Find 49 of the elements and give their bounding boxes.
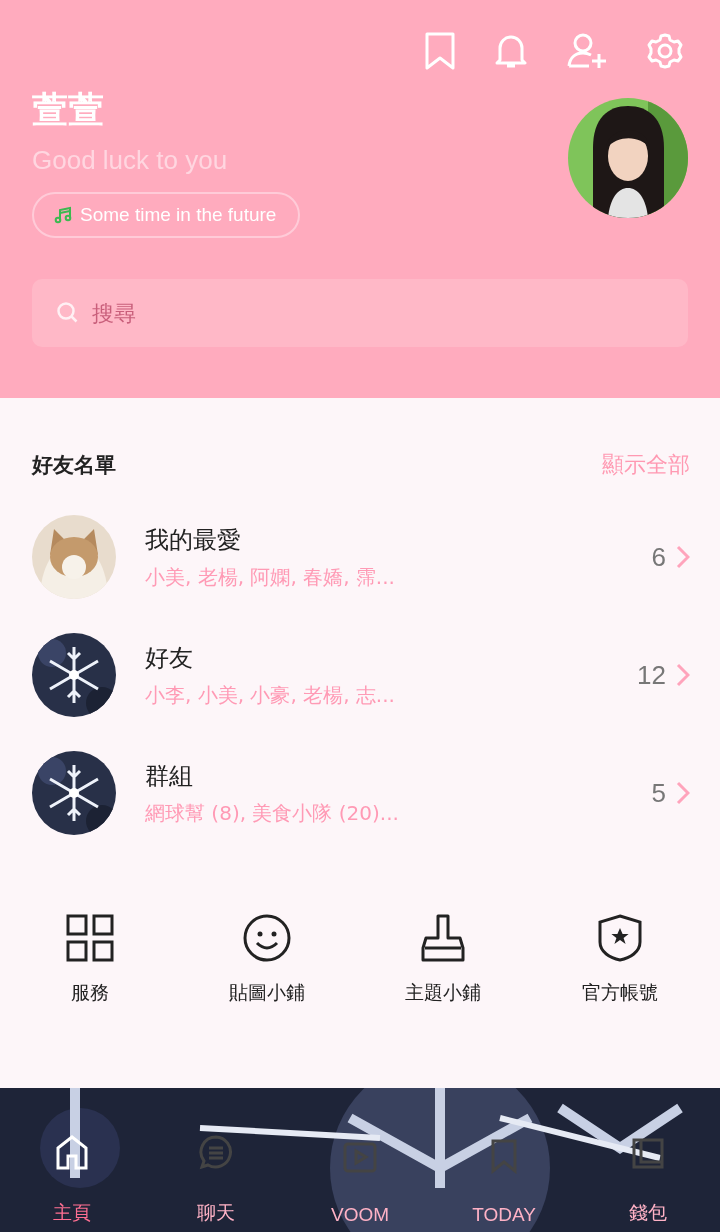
- member-count: 5: [651, 777, 666, 809]
- section-title: 好友名單: [32, 452, 116, 479]
- service-shortcut[interactable]: 主題小鋪: [373, 914, 514, 1006]
- home-icon: [55, 1134, 89, 1170]
- settings-icon[interactable]: [646, 32, 684, 70]
- chat-icon: [198, 1134, 234, 1170]
- group-name: 群組: [145, 760, 194, 792]
- profile-name: 萱萱: [32, 88, 105, 132]
- nav-tab[interactable]: VOOM: [288, 1088, 432, 1232]
- member-list: 網球幫 (8), 美食小隊 (20)...: [145, 799, 652, 827]
- music-title: Some time in the future: [80, 204, 277, 226]
- service-shortcut[interactable]: 服務: [20, 914, 160, 1006]
- nav-label: VOOM: [330, 1204, 390, 1226]
- chevron-right-icon: [676, 545, 690, 569]
- add-friend-icon[interactable]: [566, 32, 608, 70]
- friend-group-item[interactable]: 好友 小李, 小美, 小豪, 老楊, 志... 12: [32, 616, 690, 734]
- shield-star-icon: [597, 914, 642, 962]
- group-name: 好友: [145, 642, 194, 674]
- service-shortcut[interactable]: 官方帳號: [549, 914, 690, 1006]
- search-icon: [56, 301, 80, 325]
- nav-tab[interactable]: TODAY: [432, 1088, 576, 1232]
- chevron-right-icon: [676, 663, 690, 687]
- member-list: 小李, 小美, 小豪, 老楊, 志...: [145, 681, 638, 709]
- chevron-right-icon: [676, 781, 690, 805]
- friend-group-item[interactable]: 群組 網球幫 (8), 美食小隊 (20)... 5: [32, 734, 690, 852]
- member-count: 6: [651, 541, 666, 573]
- bookmark-icon: [490, 1138, 518, 1174]
- brush-icon: [421, 914, 466, 962]
- search-field[interactable]: 搜尋: [32, 279, 688, 347]
- service-label: 官方帳號: [581, 980, 658, 1005]
- music-note-icon: [54, 206, 72, 224]
- group-name: 我的最愛: [145, 524, 242, 556]
- service-label: 貼圖小鋪: [228, 980, 305, 1005]
- nav-label: 錢包: [629, 1201, 667, 1225]
- nav-tab[interactable]: 錢包: [576, 1088, 720, 1232]
- service-shortcut[interactable]: 貼圖小鋪: [196, 914, 337, 1006]
- smiley-icon: [242, 914, 291, 962]
- nav-tab[interactable]: 主頁: [0, 1088, 144, 1232]
- member-list: 小美, 老楊, 阿嫻, 春嬌, 霈...: [145, 563, 652, 591]
- nav-label: TODAY: [472, 1204, 536, 1226]
- member-count: 12: [637, 659, 666, 691]
- nav-label: 主頁: [53, 1201, 91, 1225]
- grid-icon: [66, 914, 114, 962]
- friend-group-item[interactable]: 我的最愛 小美, 老楊, 阿嫻, 春嬌, 霈... 6: [32, 498, 690, 616]
- service-label: 主題小鋪: [405, 980, 482, 1005]
- bookmark-icon[interactable]: [424, 32, 456, 70]
- service-label: 服務: [71, 980, 109, 1005]
- nav-tab[interactable]: 聊天: [144, 1088, 288, 1232]
- nav-label: 聊天: [197, 1201, 235, 1225]
